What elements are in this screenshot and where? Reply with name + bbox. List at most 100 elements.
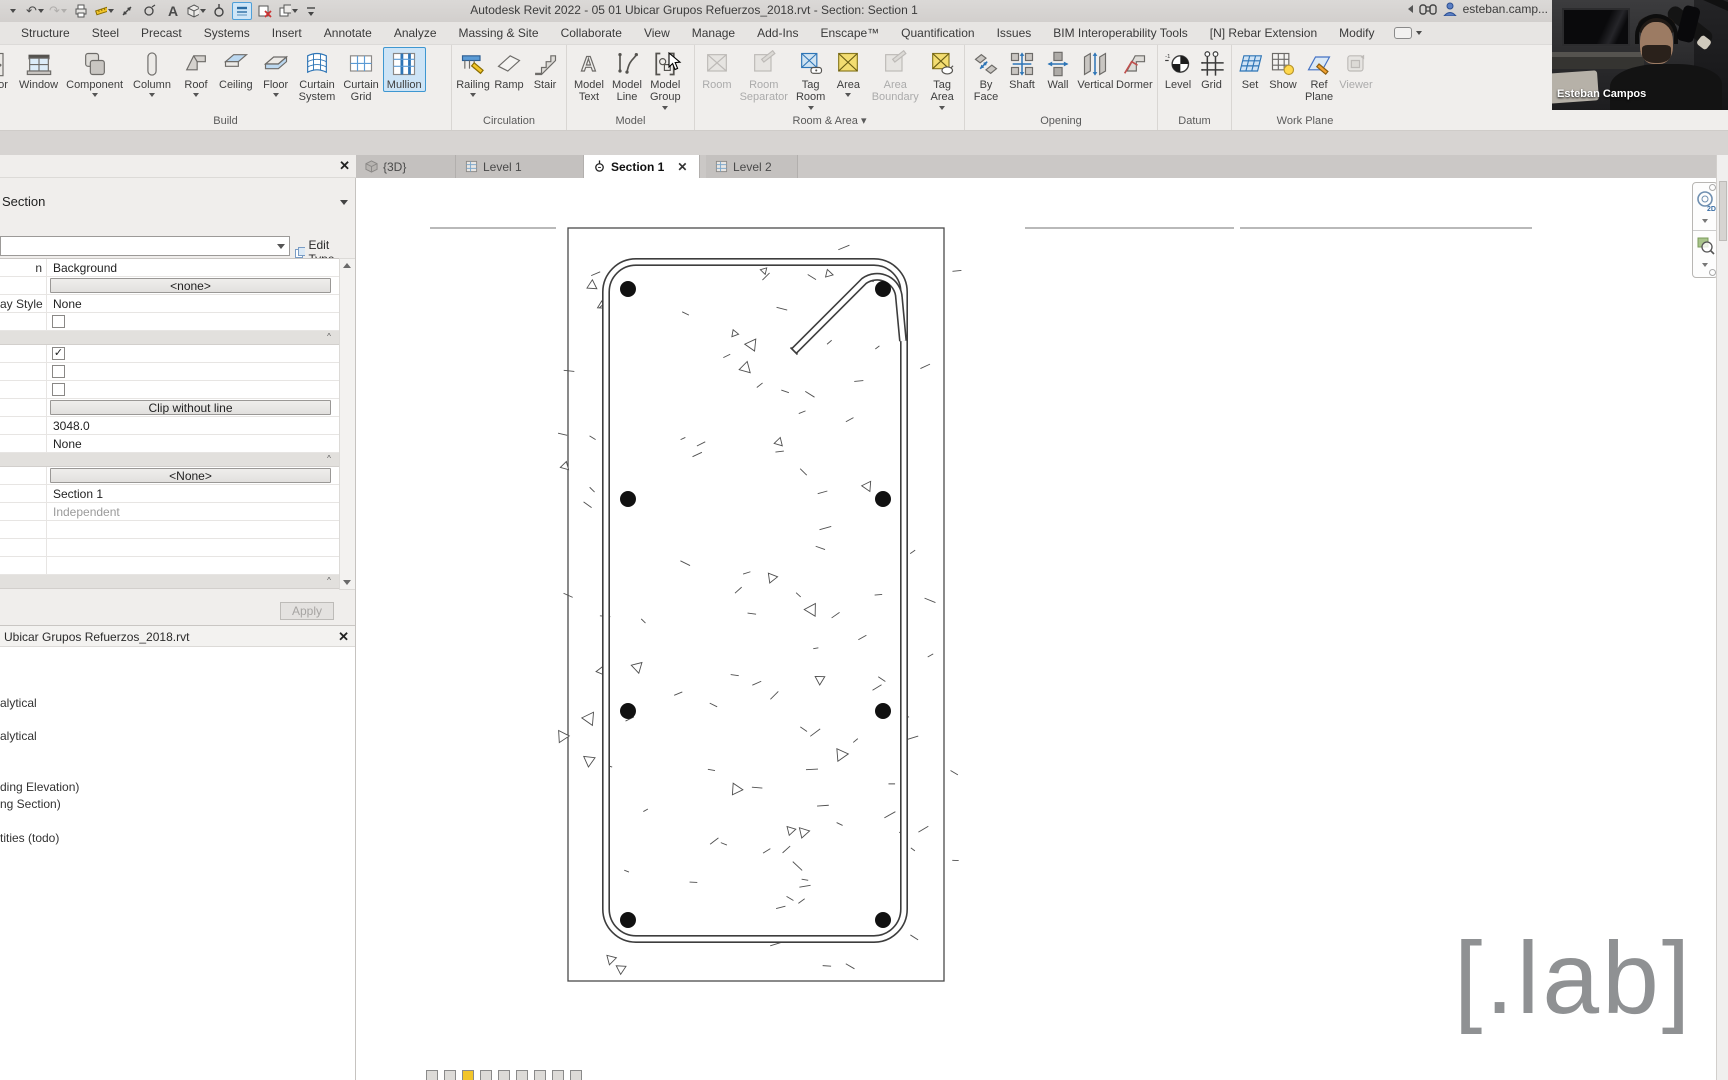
browser-item[interactable]: ding Elevation) [0,780,79,794]
panel-label-room-area[interactable]: Room & Area ▾ [695,114,964,127]
property-row[interactable]: Independent [0,503,339,521]
tab-precast[interactable]: Precast [130,23,193,43]
navbar-options-icon[interactable] [1709,184,1716,191]
column-button[interactable]: Column [127,47,177,98]
model-text-button[interactable]: A Model Text [570,47,608,105]
tab-modify[interactable]: Modify [1328,23,1385,43]
set-work-plane-button[interactable]: Set [1235,47,1265,92]
property-row[interactable]: ay Style None [0,295,339,313]
tab-manage[interactable]: Manage [681,23,746,43]
drawing-area[interactable]: [.lab] 2D [356,178,1716,1080]
tab-massing-site[interactable]: Massing & Site [448,23,550,43]
view-tool-icon[interactable] [498,1070,510,1080]
steering-wheel-2d-icon[interactable]: 2D [1694,189,1716,213]
view-tool-icon[interactable] [480,1070,492,1080]
checkbox-checked[interactable] [52,347,65,360]
scroll-down-icon[interactable] [343,580,351,585]
navigation-bar[interactable]: 2D [1692,182,1716,278]
property-row[interactable] [0,363,339,381]
property-row[interactable]: Clip without line [0,399,339,417]
tab-analyze[interactable]: Analyze [383,23,448,43]
property-row[interactable] [0,345,339,363]
scrollbar-thumb[interactable] [1719,181,1727,241]
view-tab-section-1[interactable]: Section 1 ✕ [584,155,700,178]
tag-area-button[interactable]: Tag Area [923,47,961,111]
view-control-bar[interactable] [426,1070,582,1080]
property-row[interactable] [0,313,339,331]
component-button[interactable]: Component [62,47,127,98]
view-tab-3d[interactable]: {3D} [356,155,456,178]
level-button[interactable]: -1 Level [1161,47,1195,92]
curtain-grid-button[interactable]: Curtain Grid [339,47,382,105]
tab-insert[interactable]: Insert [261,23,313,43]
view-tool-icon[interactable] [552,1070,564,1080]
ribbon-display-toggle[interactable] [1393,27,1422,39]
checkbox[interactable] [52,365,65,378]
property-row[interactable]: n Background [0,259,339,277]
browser-item[interactable]: ng Section) [0,797,61,811]
area-button[interactable]: Area [830,47,868,98]
close-icon[interactable]: ✕ [338,629,349,645]
shaft-button[interactable]: Shaft [1004,47,1040,92]
vertical-scrollbar[interactable] [1716,155,1728,1080]
ref-plane-button[interactable]: Ref Plane [1301,47,1337,105]
floor-button[interactable]: Floor [257,47,295,98]
checkbox[interactable] [52,383,65,396]
signed-in-user[interactable]: esteban.camp... [1463,2,1548,16]
collapse-icon[interactable]: ^ [323,455,335,464]
property-row[interactable]: <None> [0,467,339,485]
model-line-button[interactable]: Model Line [608,47,646,105]
railing-button[interactable]: Railing [455,47,491,98]
view-tab-level-1[interactable]: Level 1 [456,155,584,178]
collapse-icon[interactable]: ^ [323,577,335,586]
grid-button[interactable]: Grid [1195,47,1228,92]
property-row[interactable] [0,381,339,399]
tab-add-ins[interactable]: Add-Ins [746,23,809,43]
browser-item[interactable]: alytical [0,696,37,710]
stair-button[interactable]: Stair [527,47,563,92]
search-icon[interactable] [1418,2,1437,16]
close-icon[interactable]: ✕ [339,158,350,174]
tab-enscape[interactable]: Enscape™ [809,23,890,43]
view-tool-icon[interactable] [534,1070,546,1080]
tab-structure[interactable]: Structure [10,23,81,43]
property-row[interactable] [0,539,339,557]
tab-quantification[interactable]: Quantification [890,23,985,43]
dormer-button[interactable]: Dormer [1115,47,1154,92]
value-button[interactable]: <None> [50,468,331,483]
close-view-icon[interactable]: ✕ [677,160,687,174]
view-tool-icon[interactable] [516,1070,528,1080]
user-icon[interactable] [1442,2,1457,16]
tab-view[interactable]: View [633,23,681,43]
view-tool-icon[interactable] [426,1070,438,1080]
collapse-icon[interactable]: ^ [323,333,335,342]
ceiling-button[interactable]: Ceiling [215,47,257,92]
view-tab-level-2[interactable]: Level 2 [706,155,798,178]
wall-opening-button[interactable]: Wall [1040,47,1076,92]
value-button[interactable]: <none> [50,278,331,293]
tab-annotate[interactable]: Annotate [313,23,383,43]
property-row[interactable] [0,521,339,539]
view-tool-icon[interactable] [444,1070,456,1080]
view-tool-icon[interactable] [462,1070,474,1080]
zoom-region-icon[interactable] [1695,235,1716,259]
window-button[interactable]: Window [15,47,62,92]
browser-item[interactable]: alytical [0,729,37,743]
property-row[interactable]: <none> [0,277,339,295]
mullion-button[interactable]: Mullion [382,47,426,93]
checkbox[interactable] [52,315,65,328]
tab-systems[interactable]: Systems [193,23,261,43]
door-button[interactable]: Door [0,47,15,92]
show-work-plane-button[interactable]: Show [1265,47,1301,92]
type-selector-combo[interactable] [0,236,290,256]
by-face-button[interactable]: By Face [968,47,1004,105]
tag-room-button[interactable]: Tag Room [792,47,830,111]
browser-item[interactable]: tities (todo) [0,831,59,845]
view-tool-icon[interactable] [570,1070,582,1080]
curtain-system-button[interactable]: Curtain System [295,47,340,105]
properties-scrollbar[interactable] [339,258,355,590]
roof-button[interactable]: Roof [177,47,215,98]
navbar-options-icon[interactable] [1709,269,1716,276]
chevron-down-icon[interactable] [1702,219,1708,223]
property-row[interactable]: 3048.0 [0,417,339,435]
